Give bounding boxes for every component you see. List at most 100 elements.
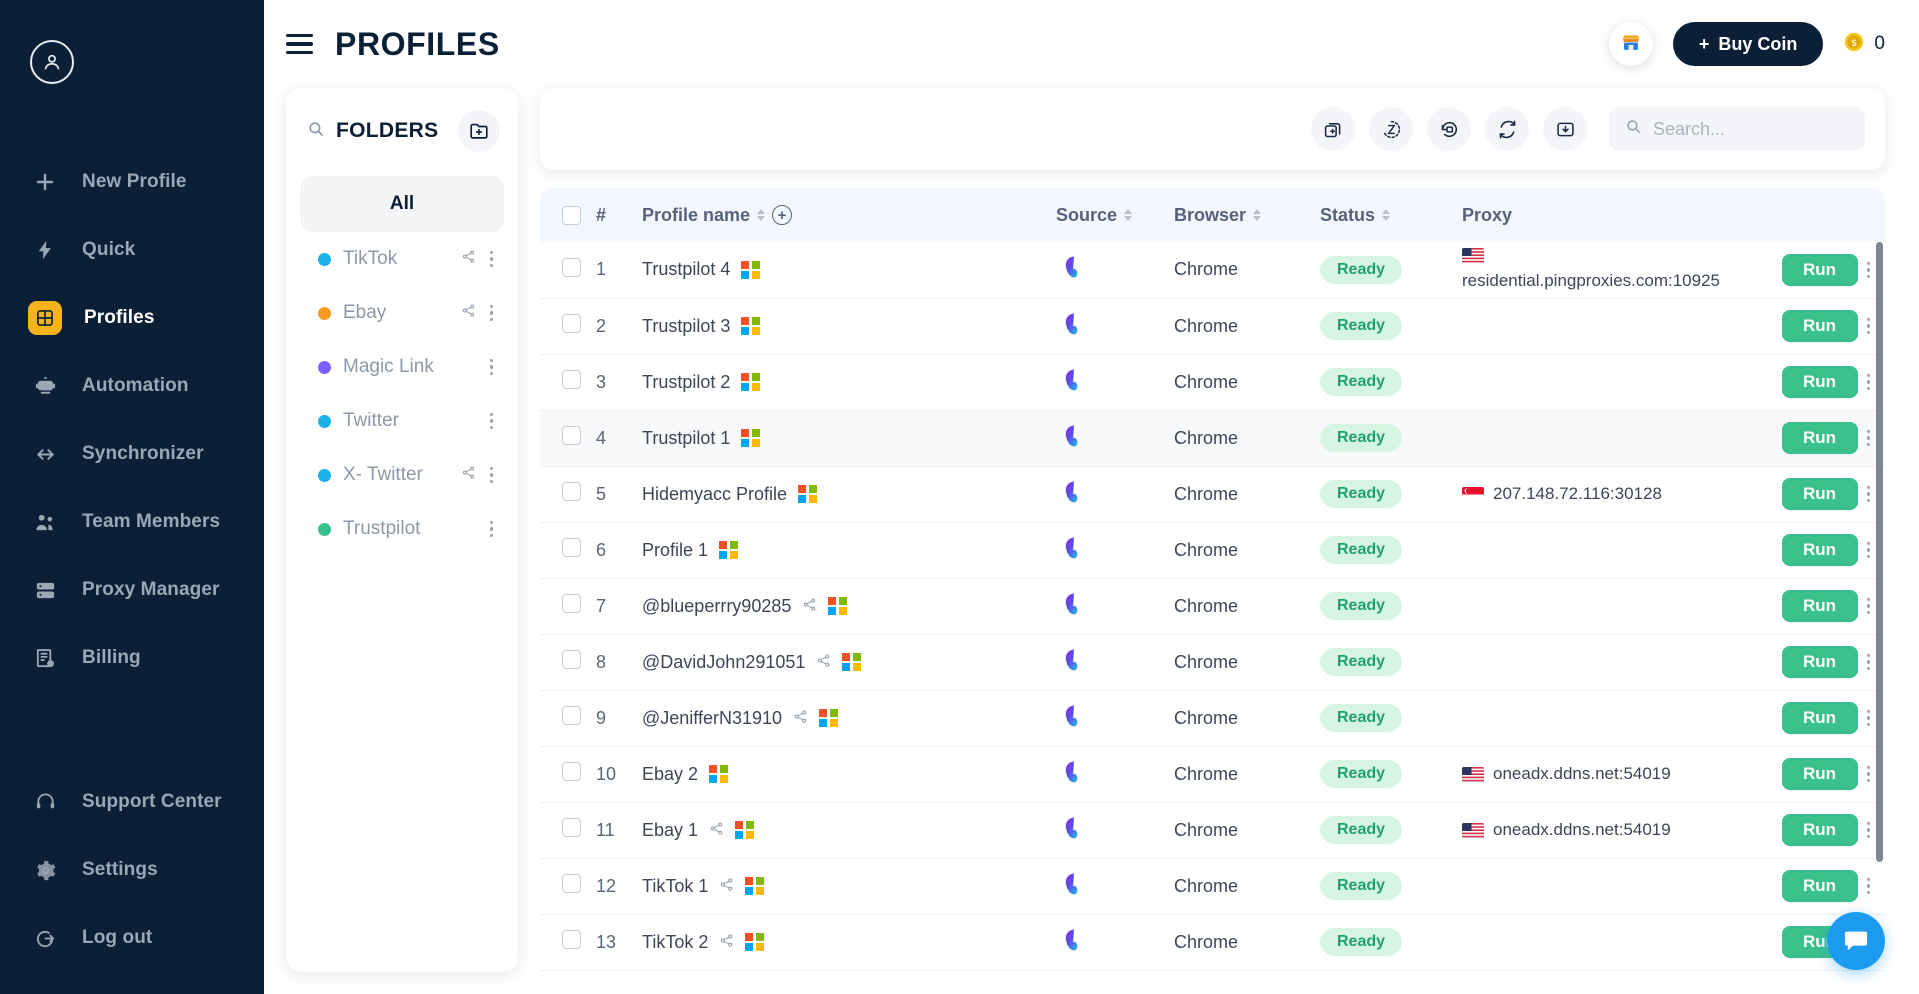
row-checkbox[interactable] [562,370,581,389]
run-button[interactable]: Run [1781,870,1858,902]
sidebar-item-proxy-manager[interactable]: Proxy Manager [0,556,264,624]
table-scrollbar[interactable] [1876,242,1883,994]
run-button[interactable]: Run [1781,702,1858,734]
sidebar-item-billing[interactable]: Billing [0,624,264,692]
profile-name[interactable]: TikTok 1 [642,876,708,897]
sort-icon[interactable] [1382,209,1391,221]
run-button[interactable]: Run [1781,366,1858,398]
run-button[interactable]: Run [1781,478,1858,510]
folder-menu-icon[interactable] [485,302,499,325]
chat-icon[interactable] [1827,912,1885,970]
profile-name[interactable]: @JenifferN31910 [642,708,782,729]
folder-menu-icon[interactable] [485,518,499,541]
folder-item-ebay[interactable]: Ebay [300,286,504,340]
folder-menu-icon[interactable] [485,464,499,487]
sidebar-item-team-members[interactable]: Team Members [0,488,264,556]
sidebar-item-log-out[interactable]: Log out [0,904,264,972]
sort-icon[interactable] [1253,209,1262,221]
sidebar-item-new-profile[interactable]: New Profile [0,148,264,216]
profile-name[interactable]: Trustpilot 3 [642,316,730,337]
sidebar-item-profiles[interactable]: Profiles [0,284,264,352]
folder-item-x-twitter[interactable]: X- Twitter [300,448,504,502]
row-checkbox[interactable] [562,706,581,725]
col-profile-name[interactable]: Profile name + [642,188,1056,242]
sort-icon[interactable] [1124,209,1133,221]
share-icon[interactable] [461,302,476,324]
run-button[interactable]: Run [1781,422,1858,454]
table-row[interactable]: 1 Trustpilot 4 Chrome Ready residential.ping… [540,242,1885,298]
profile-name[interactable]: Ebay 1 [642,820,698,841]
row-checkbox[interactable] [562,650,581,669]
share-icon[interactable] [461,248,476,270]
select-all-checkbox[interactable] [562,205,581,225]
profile-name[interactable]: TikTok 2 [642,932,708,953]
table-row[interactable]: 6 Profile 1 Chrome Ready Run [540,522,1885,578]
share-icon[interactable] [461,464,476,486]
search-box[interactable] [1609,107,1865,151]
history-icon[interactable] [1369,107,1413,151]
row-checkbox[interactable] [562,874,581,893]
run-button[interactable]: Run [1781,590,1858,622]
row-checkbox[interactable] [562,930,581,949]
hamburger-icon[interactable] [286,33,313,55]
add-column-icon[interactable]: + [772,205,793,225]
buy-coin-button[interactable]: + Buy Coin [1672,22,1824,66]
folder-menu-icon[interactable] [485,248,499,271]
sidebar-item-automation[interactable]: Automation [0,352,264,420]
store-icon[interactable] [1608,22,1653,66]
col-status[interactable]: Status [1320,188,1462,242]
row-menu-icon[interactable] [1862,259,1876,282]
sidebar-item-quick[interactable]: Quick [0,216,264,284]
row-menu-icon[interactable] [1862,315,1876,338]
table-row[interactable]: 2 Trustpilot 3 Chrome Ready Run [540,298,1885,354]
row-checkbox[interactable] [562,594,581,613]
table-row[interactable]: 12 TikTok 1 Chrome Ready Run [540,858,1885,914]
table-row[interactable]: 11 Ebay 1 Chrome Ready oneadx.ddns.net:54019… [540,802,1885,858]
table-row[interactable]: 10 Ebay 2 Chrome Ready oneadx.ddns.net:54019… [540,746,1885,802]
row-checkbox[interactable] [562,818,581,837]
row-menu-icon[interactable] [1862,483,1876,506]
profile-name[interactable]: Trustpilot 2 [642,372,730,393]
run-button[interactable]: Run [1781,253,1858,286]
coin-balance[interactable]: $ 0 [1843,31,1885,58]
duplicate-profile-icon[interactable] [1311,107,1355,151]
row-checkbox[interactable] [562,257,581,277]
table-row[interactable]: 13 TikTok 2 Chrome Ready Run [540,914,1885,970]
sidebar-item-settings[interactable]: Settings [0,836,264,904]
folder-item-twitter[interactable]: Twitter [300,394,504,448]
avatar[interactable] [30,40,74,84]
table-row[interactable]: 8 @DavidJohn291051 Chrome Ready Run [540,634,1885,690]
run-button[interactable]: Run [1781,646,1858,678]
row-menu-icon[interactable] [1862,595,1876,618]
profile-name[interactable]: Hidemyacc Profile [642,484,787,505]
profile-name[interactable]: Profile 1 [642,540,708,561]
folder-item-magic-link[interactable]: Magic Link [300,340,504,394]
row-menu-icon[interactable] [1862,707,1876,730]
row-menu-icon[interactable] [1862,763,1876,786]
col-source[interactable]: Source [1056,188,1174,242]
share-icon[interactable] [709,820,724,841]
share-icon[interactable] [816,652,831,673]
row-checkbox[interactable] [562,538,581,557]
refresh-icon[interactable] [1485,107,1529,151]
run-button[interactable]: Run [1781,814,1858,846]
row-checkbox[interactable] [562,482,581,501]
table-row[interactable]: 4 Trustpilot 1 Chrome Ready Run [540,410,1885,466]
profile-name[interactable]: Ebay 2 [642,764,698,785]
table-row[interactable]: 5 Hidemyacc Profile Chrome Ready 207.148.72.… [540,466,1885,522]
folder-menu-icon[interactable] [485,356,499,379]
sort-icon[interactable] [757,209,766,221]
sidebar-item-synchronizer[interactable]: Synchronizer [0,420,264,488]
share-icon[interactable] [719,876,734,897]
profile-name[interactable]: Trustpilot 1 [642,428,730,449]
run-button[interactable]: Run [1781,310,1858,342]
profile-name[interactable]: @DavidJohn291051 [642,652,805,673]
profile-name[interactable]: Trustpilot 4 [642,259,730,280]
share-icon[interactable] [719,932,734,953]
row-checkbox[interactable] [562,314,581,333]
table-row[interactable]: 3 Trustpilot 2 Chrome Ready Run [540,354,1885,410]
search-input[interactable] [1653,118,1849,140]
row-menu-icon[interactable] [1862,875,1876,898]
row-menu-icon[interactable] [1862,651,1876,674]
run-button[interactable]: Run [1781,534,1858,566]
